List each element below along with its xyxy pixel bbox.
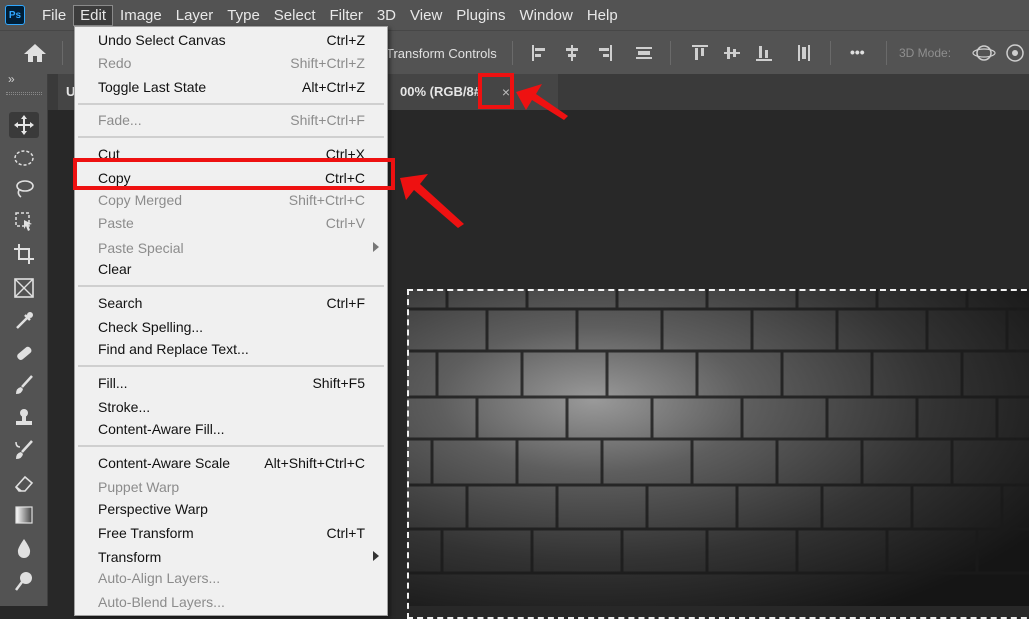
menu-transform[interactable]: Transform (75, 546, 387, 568)
menu-stroke[interactable]: Stroke... (75, 396, 387, 418)
menu-content-aware-scale[interactable]: Content-Aware Scale Alt+Shift+Ctrl+C (75, 452, 387, 474)
menu-auto-align-layers[interactable]: Auto-Align Layers... (75, 567, 387, 589)
healing-brush-tool-icon[interactable] (9, 340, 39, 366)
stone-wall-image (407, 289, 1029, 606)
document-tab-title: 00% (RGB/8# (400, 84, 481, 99)
frame-tool-icon[interactable] (9, 275, 39, 301)
dodge-tool-icon[interactable] (9, 568, 39, 594)
eyedropper-tool-icon[interactable] (9, 308, 39, 334)
more-options-button[interactable]: ••• (850, 44, 865, 60)
history-brush-tool-icon[interactable] (9, 437, 39, 463)
marquee-tool-icon[interactable] (9, 145, 39, 171)
menu-find-replace-text[interactable]: Find and Replace Text... (75, 338, 387, 360)
menu-select[interactable]: Select (267, 5, 323, 26)
menu-check-spelling[interactable]: Check Spelling... (75, 316, 387, 338)
collapse-panel-button[interactable]: » (8, 72, 15, 86)
brush-tool-icon[interactable] (9, 372, 39, 398)
move-tool-icon[interactable] (9, 112, 39, 138)
menu-window[interactable]: Window (512, 5, 579, 26)
menu-paste-special[interactable]: Paste Special (75, 237, 387, 259)
gradient-tool-icon[interactable] (9, 502, 39, 528)
home-icon[interactable] (22, 41, 48, 68)
menu-clear[interactable]: Clear (75, 258, 387, 280)
menu-free-transform[interactable]: Free Transform Ctrl+T (75, 522, 387, 544)
menu-plugins[interactable]: Plugins (449, 5, 512, 26)
align-center-icon[interactable] (562, 43, 582, 63)
menu-help[interactable]: Help (580, 5, 625, 26)
menu-content-aware-fill[interactable]: Content-Aware Fill... (75, 418, 387, 440)
eraser-tool-icon[interactable] (9, 470, 39, 496)
distribute-vertical-icon[interactable] (794, 43, 814, 63)
menu-auto-blend-layers[interactable]: Auto-Blend Layers... (75, 591, 387, 613)
roll-3d-icon[interactable] (1004, 42, 1026, 67)
menu-separator (78, 103, 384, 105)
menu-search[interactable]: Search Ctrl+F (75, 292, 387, 314)
menu-separator (78, 136, 384, 138)
menu-copy-merged[interactable]: Copy Merged Shift+Ctrl+C (75, 189, 387, 211)
menu-type[interactable]: Type (220, 5, 267, 26)
menu-image[interactable]: Image (113, 5, 169, 26)
menu-fill[interactable]: Fill... Shift+F5 (75, 372, 387, 394)
align-left-icon[interactable] (530, 43, 550, 63)
transform-controls-label[interactable]: Transform Controls (386, 46, 497, 61)
menu-undo-select-canvas[interactable]: Undo Select Canvas Ctrl+Z (75, 29, 387, 51)
menu-toggle-last-state[interactable]: Toggle Last State Alt+Ctrl+Z (75, 76, 387, 98)
submenu-arrow-icon (373, 242, 379, 252)
align-bottom-icon[interactable] (754, 43, 774, 63)
menu-edit[interactable]: Edit (73, 4, 114, 26)
menu-3d[interactable]: 3D (370, 5, 403, 26)
distribute-icon[interactable] (634, 43, 654, 63)
copy-highlight-box (73, 158, 395, 190)
align-middle-icon[interactable] (722, 43, 742, 63)
3d-mode-label: 3D Mode: (899, 46, 952, 60)
orbit-3d-icon[interactable] (972, 42, 996, 67)
edit-menu-dropdown: Undo Select Canvas Ctrl+Z Redo Shift+Ctrl+… (74, 26, 388, 616)
arrow-to-close-icon (516, 84, 568, 120)
menu-fade[interactable]: Fade... Shift+Ctrl+F (75, 109, 387, 131)
menu-separator (78, 285, 384, 287)
menu-separator (78, 445, 384, 447)
menu-filter[interactable]: Filter (323, 5, 370, 26)
menu-file[interactable]: File (35, 5, 73, 26)
object-selection-tool-icon[interactable] (9, 208, 39, 234)
menu-redo[interactable]: Redo Shift+Ctrl+Z (75, 52, 387, 74)
align-right-icon[interactable] (594, 43, 614, 63)
clone-stamp-tool-icon[interactable] (9, 405, 39, 431)
menu-view[interactable]: View (403, 5, 449, 26)
menu-separator (78, 365, 384, 367)
close-tab-highlight-box (478, 73, 514, 109)
menu-puppet-warp[interactable]: Puppet Warp (75, 476, 387, 498)
align-top-icon[interactable] (690, 43, 710, 63)
arrow-to-copy-icon (400, 174, 464, 228)
lasso-tool-icon[interactable] (9, 176, 39, 202)
photoshop-logo: Ps (5, 5, 25, 25)
menu-paste[interactable]: Paste Ctrl+V (75, 212, 387, 234)
crop-tool-icon[interactable] (9, 241, 39, 267)
tools-panel: » (0, 72, 48, 606)
menu-layer[interactable]: Layer (169, 5, 221, 26)
menu-perspective-warp[interactable]: Perspective Warp (75, 498, 387, 520)
submenu-arrow-icon (373, 551, 379, 561)
blur-tool-icon[interactable] (9, 535, 39, 561)
